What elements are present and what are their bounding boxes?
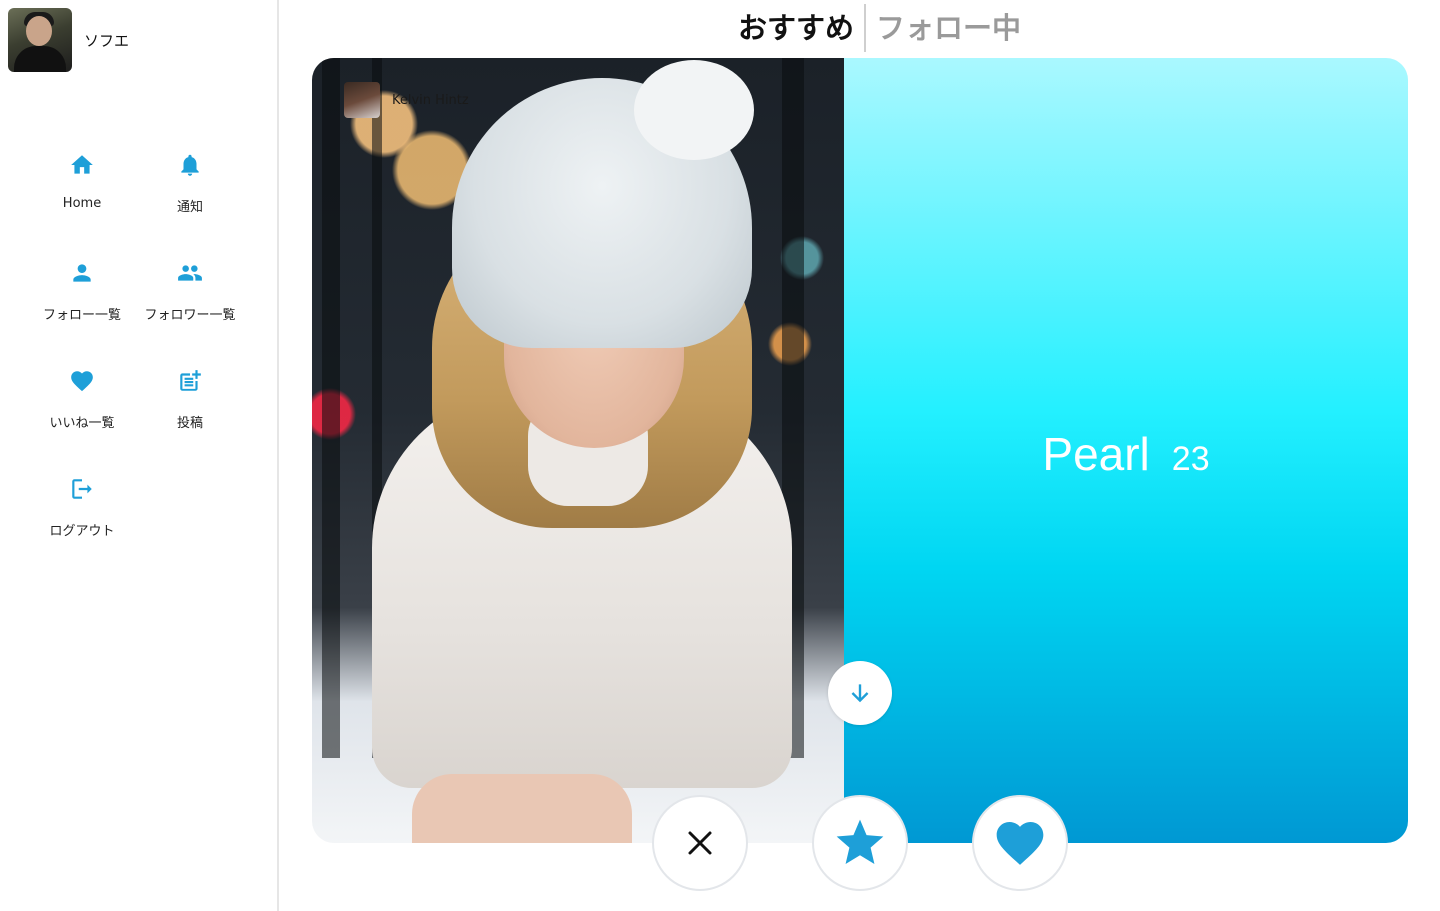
post-add-icon: [180, 370, 201, 391]
close-icon: [688, 831, 712, 855]
dislike-button[interactable]: [652, 795, 748, 891]
heart-icon: [996, 822, 1044, 865]
bell-icon: [181, 154, 199, 176]
profile-card[interactable]: Kelvin Hintz Pearl 23: [312, 58, 1408, 843]
sidebar-item-label: Home: [62, 196, 102, 211]
tab-recommended[interactable]: おすすめ: [728, 4, 864, 52]
profile-name: Pearl: [1042, 427, 1150, 480]
profile-info-panel: Pearl 23: [844, 58, 1408, 843]
sidebar-item-logout[interactable]: ログアウト: [28, 464, 136, 572]
sidebar-item-label: 投稿: [176, 416, 203, 431]
people-icon: [178, 265, 202, 281]
profile-age: 23: [1171, 439, 1210, 478]
sidebar-item-likes[interactable]: いいね一覧: [28, 356, 136, 464]
sidebar-item-label: フォロワー一覧: [144, 308, 236, 323]
sidebar-item-label: ログアウト: [49, 524, 115, 539]
post-author[interactable]: Kelvin Hintz: [344, 82, 469, 118]
sidebar-item-home[interactable]: Home: [28, 140, 136, 248]
heart-icon: [71, 371, 93, 392]
tab-following[interactable]: フォロー中: [866, 4, 1031, 52]
author-name[interactable]: Kelvin Hintz: [392, 93, 469, 108]
like-button[interactable]: [972, 795, 1068, 891]
sidebar-item-notifications[interactable]: 通知: [136, 140, 244, 248]
home-icon: [71, 155, 93, 174]
avatar[interactable]: [8, 8, 72, 72]
sidebar-item-post[interactable]: 投稿: [136, 356, 244, 464]
show-details-button[interactable]: [828, 661, 892, 725]
sidebar-item-label: フォロー一覧: [42, 308, 121, 323]
sidebar-item-followers[interactable]: フォロワー一覧: [136, 248, 244, 356]
sidebar-menu: Home 通知 フォロー一覧 フォロワー一覧 いいね一覧 投稿 ログアウト: [28, 140, 244, 572]
sidebar-item-label: 通知: [176, 200, 203, 215]
sidebar: ソフエ Home 通知 フォロー一覧 フォロワー一覧 いいね一覧 投稿 ログアウ…: [0, 0, 279, 911]
name-age-row: Pearl 23: [1042, 427, 1209, 481]
profile-photo: Kelvin Hintz: [312, 58, 844, 843]
feed-tabs: おすすめ フォロー中: [728, 4, 1031, 52]
star-icon: [836, 819, 884, 864]
arrow-down-icon: [851, 684, 869, 703]
superlike-button[interactable]: [812, 795, 908, 891]
author-avatar[interactable]: [344, 82, 380, 118]
person-icon: [73, 264, 91, 282]
sidebar-item-label: いいね一覧: [49, 416, 115, 431]
user-profile[interactable]: ソフエ: [8, 8, 129, 72]
sidebar-item-following[interactable]: フォロー一覧: [28, 248, 136, 356]
user-name: ソフエ: [84, 31, 130, 50]
logout-icon: [72, 479, 92, 499]
